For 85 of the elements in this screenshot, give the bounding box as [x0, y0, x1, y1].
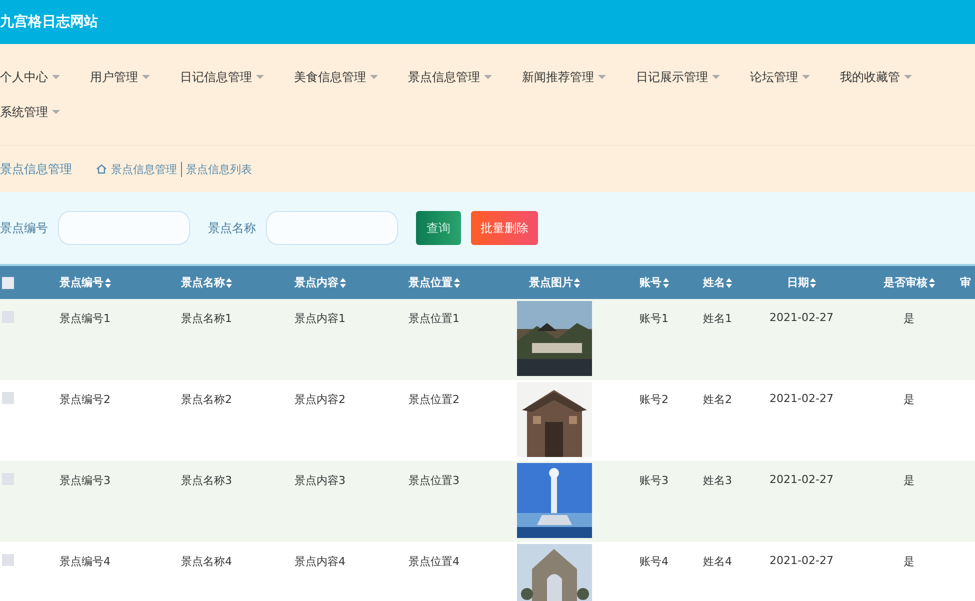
table-cell: 景点位置2: [408, 393, 460, 406]
column-header[interactable]: 是否审核: [858, 275, 960, 290]
sort-icon[interactable]: [928, 278, 934, 288]
nav-menu-item[interactable]: 美食信息管理: [294, 66, 378, 88]
column-header[interactable]: 景点图片: [491, 275, 618, 290]
column-header[interactable]: 账号: [618, 275, 690, 290]
column-header[interactable]: 景点编号: [20, 275, 150, 290]
sort-icon[interactable]: [574, 278, 580, 288]
sort-icon[interactable]: [340, 278, 346, 288]
delete-button[interactable]: 批量删除: [471, 211, 538, 245]
table-cell: 2021-02-27: [770, 392, 834, 405]
table-cell: 是: [904, 393, 914, 406]
table-cell: 姓名2: [703, 393, 732, 406]
table-cell: 账号3: [640, 474, 668, 487]
table-cell: 景点编号3: [60, 474, 110, 487]
table-cell: 景点名称3: [181, 474, 232, 487]
input-field[interactable]: [266, 211, 398, 245]
table-cell: 景点名称2: [181, 393, 232, 406]
nav-menu-item[interactable]: 用户管理: [90, 66, 150, 88]
sort-icon[interactable]: [726, 278, 732, 288]
table-cell: 账号4: [640, 555, 668, 568]
nav-menu-item[interactable]: 个人中心: [0, 66, 60, 88]
caret-icon: [904, 75, 912, 79]
table-cell: 景点内容2: [294, 393, 346, 406]
nav-menu-item[interactable]: 日记信息管理: [180, 66, 264, 88]
page-title: 景点信息管理: [0, 160, 72, 178]
caret-icon: [712, 75, 720, 79]
table-cell: 景点位置3: [408, 474, 460, 487]
table-cell: 是: [904, 312, 914, 325]
table-cell: 景点编号2: [60, 393, 110, 406]
column-header[interactable]: 日期: [745, 275, 858, 290]
table-cell: 景点位置1: [408, 312, 460, 325]
table-cell: 景点位置4: [408, 555, 460, 568]
caret-icon: [256, 75, 264, 79]
table-cell: 2021-02-27: [770, 311, 834, 324]
checkbox[interactable]: [2, 392, 14, 404]
breadcrumb-link[interactable]: 景点信息管理: [111, 162, 177, 176]
table-cell: 景点内容1: [294, 312, 346, 325]
table-cell: 2021-02-27: [770, 473, 834, 486]
field-label: 景点名称: [208, 220, 256, 236]
table-cell: 是: [904, 555, 914, 568]
column-header[interactable]: 姓名: [690, 275, 745, 290]
caret-icon: [370, 75, 378, 79]
sort-icon[interactable]: [454, 278, 460, 288]
sort-icon[interactable]: [104, 278, 110, 288]
checkbox[interactable]: [2, 554, 14, 566]
table-cell: 姓名3: [703, 474, 732, 487]
table-cell: 景点名称1: [181, 312, 232, 325]
nav-menu-item[interactable]: 我的收藏管: [840, 66, 912, 88]
caret-icon: [52, 110, 60, 114]
site-title: 九宫格日志网站: [0, 13, 98, 31]
table-cell: 景点编号4: [60, 555, 110, 568]
caret-icon: [52, 75, 60, 79]
table-cell: 姓名1: [703, 312, 732, 325]
sort-icon[interactable]: [810, 278, 816, 288]
table-cell: 是: [904, 474, 914, 487]
caret-icon: [802, 75, 810, 79]
nav-menu-item[interactable]: 日记展示管理: [636, 66, 720, 88]
input-field[interactable]: [58, 211, 190, 245]
nav-menu-item[interactable]: 景点信息管理: [408, 66, 492, 88]
checkbox[interactable]: [2, 276, 14, 288]
column-header[interactable]: 审: [960, 275, 975, 290]
table-cell: 景点内容4: [294, 555, 346, 568]
column-header[interactable]: 景点内容: [263, 275, 377, 290]
field-label: 景点编号: [0, 220, 48, 236]
column-header[interactable]: 景点名称: [150, 275, 263, 290]
column-header[interactable]: 景点位置: [377, 275, 491, 290]
sort-icon[interactable]: [662, 278, 668, 288]
table-cell: 账号1: [640, 312, 668, 325]
search-button[interactable]: 查询: [416, 211, 461, 245]
caret-icon: [598, 75, 606, 79]
nav-menu-item[interactable]: 新闻推荐管理: [522, 66, 606, 88]
caret-icon: [484, 75, 492, 79]
nav-menu-item[interactable]: 论坛管理: [750, 66, 810, 88]
table-cell: 景点内容3: [294, 474, 346, 487]
nav-menu-item[interactable]: 系统管理: [0, 101, 60, 123]
home-icon[interactable]: [96, 164, 107, 174]
table-cell: 2021-02-27: [770, 554, 834, 567]
table-cell: 姓名4: [703, 555, 732, 568]
table-cell: 账号2: [640, 393, 668, 406]
sort-icon[interactable]: [226, 278, 232, 288]
breadcrumb-link[interactable]: 景点信息列表: [181, 162, 252, 176]
table-cell: 景点名称4: [181, 555, 232, 568]
caret-icon: [142, 75, 150, 79]
table-cell: 景点编号1: [60, 312, 110, 325]
